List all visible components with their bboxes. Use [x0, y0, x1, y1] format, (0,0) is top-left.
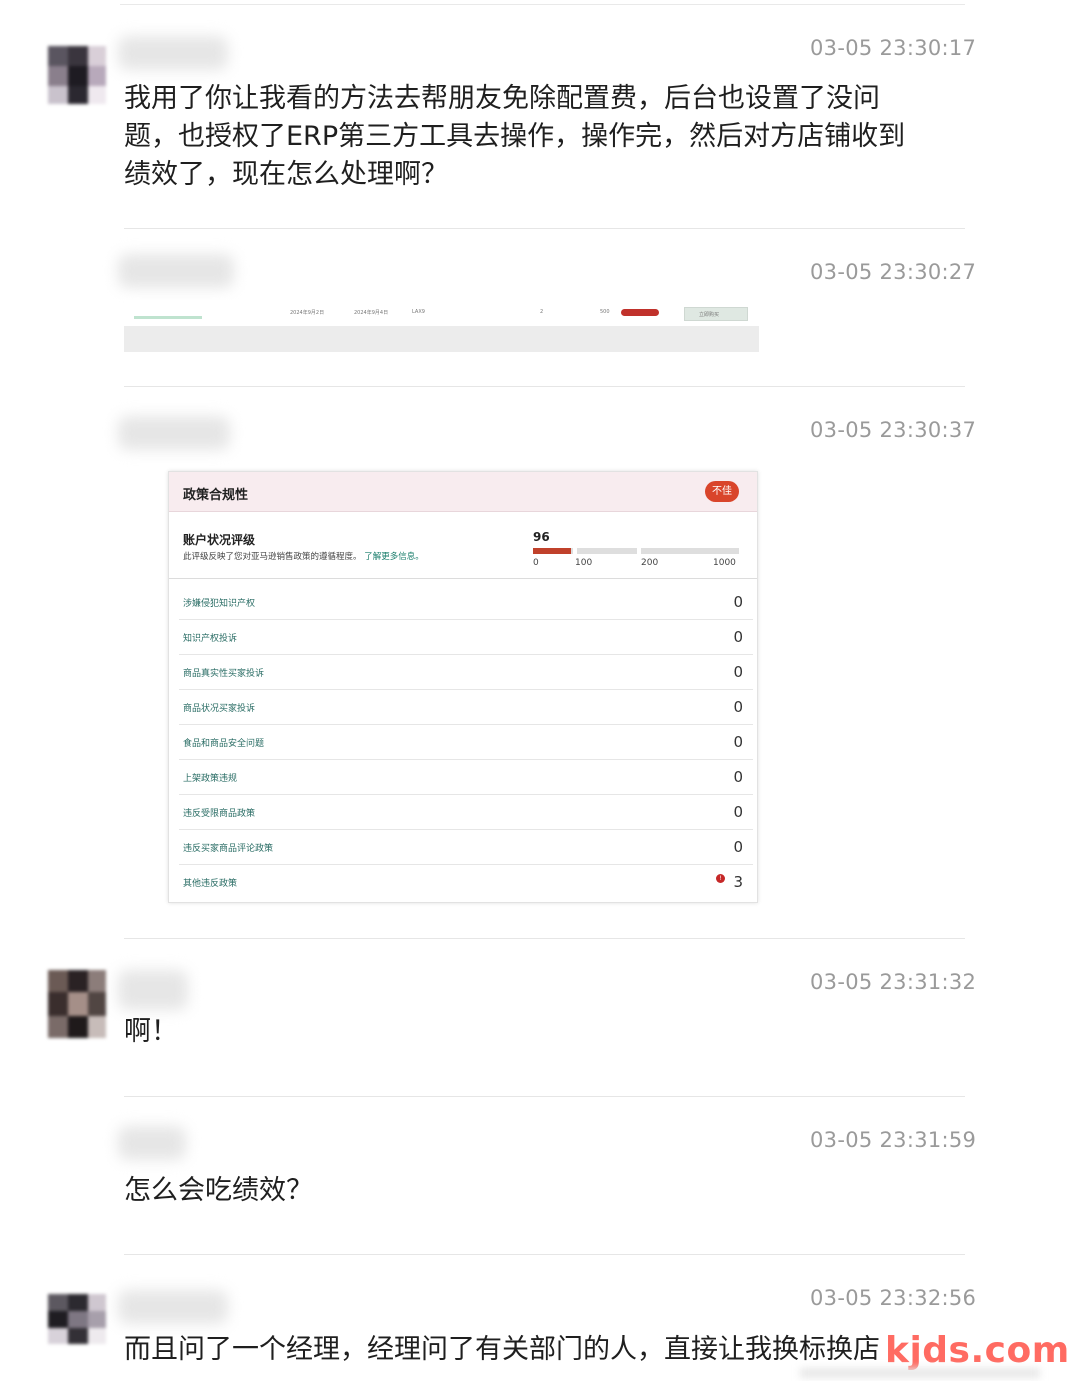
panel-header: 政策合规性 不佳	[169, 472, 757, 512]
policy-row-label: 知识产权投诉	[183, 634, 238, 644]
table-cell: 2	[540, 309, 544, 315]
policy-row[interactable]: 上架政策违规 0	[179, 760, 753, 795]
health-title: 账户状况评级	[183, 533, 256, 547]
score-fill	[533, 548, 572, 554]
message-timestamp: 03-05 23:32:56	[810, 1286, 977, 1310]
sender-name-blurred	[118, 1126, 186, 1160]
health-description: 此评级反映了您对亚马逊销售政策的遵循程度。 了解更多信息。	[183, 550, 424, 562]
policy-row[interactable]: 食品和商品安全问题 0	[179, 725, 753, 760]
sender-name-blurred	[118, 970, 188, 1010]
watermark: kjds.com	[885, 1330, 1070, 1371]
avatar[interactable]	[48, 970, 106, 1038]
policy-row-label: 其他违反政策	[183, 879, 238, 889]
status-badge	[621, 309, 659, 316]
status-badge: 不佳	[705, 481, 739, 502]
policy-row-label: 违反买家商品评论政策	[183, 844, 274, 854]
blurred-caption	[800, 1368, 1040, 1378]
warning-icon: !	[716, 874, 725, 883]
policy-row[interactable]: 商品状况买家投诉 0	[179, 690, 753, 725]
table-footer-bar	[124, 326, 759, 352]
avatar[interactable]	[48, 1294, 106, 1344]
message-divider	[124, 386, 965, 387]
message-divider	[124, 1096, 965, 1097]
order-table-screenshot[interactable]: 2024年9月2日 2024年9月4日 LAX9 2 500 立即购买	[124, 300, 759, 352]
scale-tick: 0	[533, 558, 539, 568]
scale-tick: 1000	[713, 558, 736, 568]
scale-segment-2	[577, 548, 637, 554]
message-timestamp: 03-05 23:31:59	[810, 1128, 977, 1152]
policy-row-label: 商品真实性买家投诉	[183, 669, 265, 679]
policy-row[interactable]: 违反受限商品政策 0	[179, 795, 753, 830]
message-timestamp: 03-05 23:31:32	[810, 970, 977, 994]
account-health-section: 账户状况评级 此评级反映了您对亚马逊销售政策的遵循程度。 了解更多信息。 96 …	[169, 513, 757, 579]
table-cell: 500	[600, 309, 610, 315]
policy-row-value: 0	[733, 838, 743, 856]
health-description-text: 此评级反映了您对亚马逊销售政策的遵循程度。	[183, 552, 362, 562]
learn-more-link[interactable]: 了解更多信息。	[364, 552, 424, 562]
scale-tick: 100	[575, 558, 593, 568]
message-timestamp: 03-05 23:30:27	[810, 260, 977, 284]
message-divider	[124, 938, 965, 939]
blurred-link	[134, 316, 202, 319]
table-cell: LAX9	[412, 309, 425, 315]
policy-row[interactable]: 违反买家商品评论政策 0	[179, 830, 753, 865]
message-text: 啊！	[124, 1016, 178, 1047]
policy-row-value: 3	[733, 873, 743, 891]
message-divider	[124, 228, 965, 229]
sender-name-blurred	[118, 1290, 228, 1324]
sender-name-blurred	[118, 416, 230, 450]
policy-row[interactable]: 知识产权投诉 0	[179, 620, 753, 655]
policy-row-label: 商品状况买家投诉	[183, 704, 256, 714]
policy-row[interactable]: 其他违反政策! 3	[179, 865, 753, 900]
action-button[interactable]: 立即购买	[684, 307, 748, 321]
policy-row-value: 0	[733, 733, 743, 751]
policy-row-value: 0	[733, 593, 743, 611]
top-divider	[120, 4, 965, 5]
policy-row-value: 0	[733, 803, 743, 821]
policy-row-label: 涉嫌侵犯知识产权	[183, 599, 256, 609]
message-timestamp: 03-05 23:30:37	[810, 418, 977, 442]
policy-row-value: 0	[733, 628, 743, 646]
message-text: 而且问了一个经理，经理问了有关部门的人，直接让我换标换店	[124, 1334, 880, 1365]
policy-row-value: 0	[733, 768, 743, 786]
policy-row[interactable]: 商品真实性买家投诉 0	[179, 655, 753, 690]
message-divider	[124, 1254, 965, 1255]
avatar[interactable]	[48, 46, 106, 104]
table-cell: 2024年9月2日	[290, 310, 325, 316]
message-timestamp: 03-05 23:30:17	[810, 36, 977, 60]
sender-name-blurred	[118, 254, 234, 288]
action-button-label: 立即购买	[699, 312, 720, 318]
policy-row-value: 0	[733, 663, 743, 681]
policy-compliance-screenshot[interactable]: 政策合规性 不佳 账户状况评级 此评级反映了您对亚马逊销售政策的遵循程度。 了解…	[168, 471, 758, 903]
panel-title: 政策合规性	[183, 488, 249, 503]
table-cell: 2024年9月4日	[354, 310, 389, 316]
scale-segment-3	[641, 548, 739, 554]
sender-name-blurred	[118, 36, 228, 70]
policy-row-label: 食品和商品安全问题	[183, 739, 265, 749]
policy-row-label: 上架政策违规	[183, 774, 238, 784]
health-score: 96	[533, 530, 550, 544]
policy-row-label: 违反受限商品政策	[183, 809, 256, 819]
policy-row[interactable]: 涉嫌侵犯知识产权 0	[179, 585, 753, 620]
score-scale: 0 100 200 1000	[533, 548, 739, 574]
message-text: 我用了你让我看的方法去帮朋友免除配置费，后台也设置了没问题，也授权了ERP第三方…	[124, 83, 906, 190]
policy-row-value: 0	[733, 698, 743, 716]
message-text: 怎么会吃绩效？	[124, 1175, 313, 1206]
scale-tick: 200	[641, 558, 659, 568]
